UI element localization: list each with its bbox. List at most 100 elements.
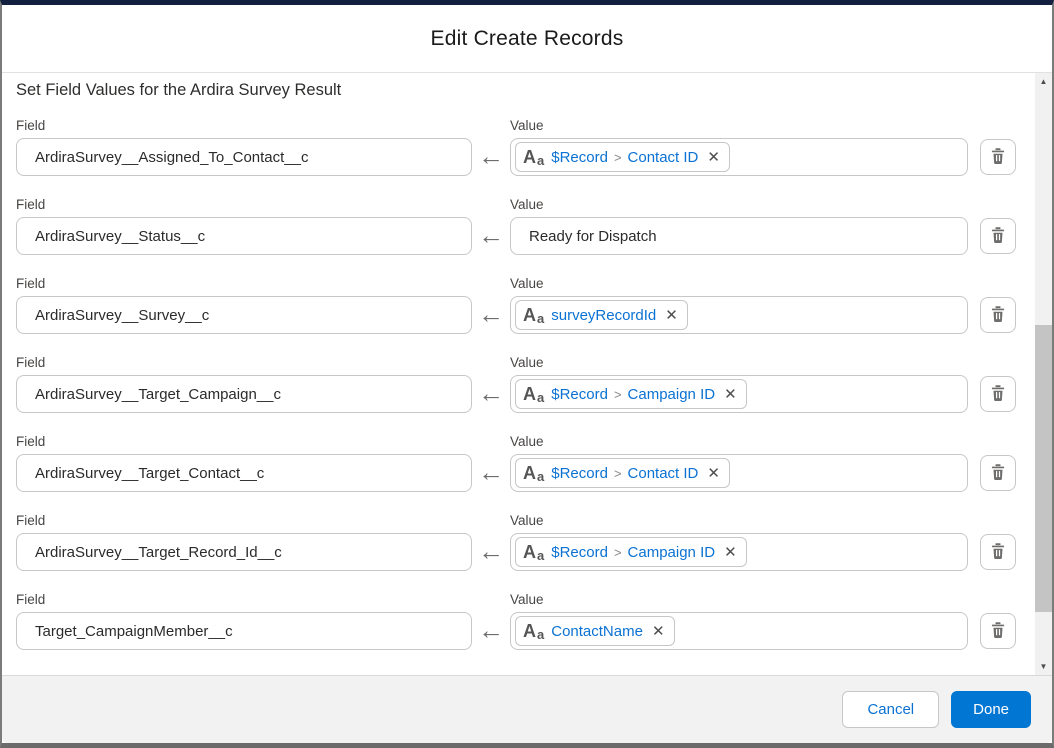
- value-pill[interactable]: Aa $Record > Campaign ID ✕: [515, 537, 747, 567]
- scroll-down-icon[interactable]: ▼: [1035, 658, 1052, 675]
- remove-pill-icon[interactable]: ✕: [665, 308, 678, 323]
- text-type-icon: Aa: [523, 462, 545, 484]
- remove-pill-icon[interactable]: ✕: [724, 545, 737, 560]
- pill-part: $Record: [551, 148, 608, 166]
- field-value-row: Field ArdiraSurvey__Assigned_To_Contact_…: [16, 118, 1016, 176]
- field-input[interactable]: ArdiraSurvey__Target_Campaign__c: [16, 375, 472, 413]
- arrow-left-icon: ←: [478, 457, 504, 487]
- pill-text: $Record > Campaign ID: [551, 386, 715, 403]
- pill-part: $Record: [551, 543, 608, 561]
- value-pill[interactable]: Aa $Record > Contact ID ✕: [515, 142, 730, 172]
- value-column: Value Ready for Dispatch: [510, 197, 968, 255]
- field-column: Field ArdiraSurvey__Target_Record_Id__c: [16, 513, 472, 571]
- field-value-row: Field ArdiraSurvey__Survey__c ← Value Aa…: [16, 276, 1016, 334]
- cancel-button[interactable]: Cancel: [842, 691, 940, 728]
- field-input[interactable]: ArdiraSurvey__Target_Record_Id__c: [16, 533, 472, 571]
- arrow-left-icon: ←: [478, 299, 504, 329]
- value-column: Value Aa $Record > Campaign ID ✕: [510, 513, 968, 571]
- trash-icon: [989, 305, 1007, 326]
- scrollbar-thumb[interactable]: [1035, 325, 1052, 612]
- field-column: Field ArdiraSurvey__Target_Contact__c: [16, 434, 472, 492]
- field-input[interactable]: ArdiraSurvey__Survey__c: [16, 296, 472, 334]
- pill-part: Contact ID: [627, 464, 699, 482]
- text-type-icon: Aa: [523, 146, 545, 168]
- field-value-row: Field ArdiraSurvey__Status__c ← Value Re…: [16, 197, 1016, 255]
- vertical-scrollbar[interactable]: ▲ ▼: [1035, 73, 1052, 675]
- field-input[interactable]: ArdiraSurvey__Assigned_To_Contact__c: [16, 138, 472, 176]
- field-input[interactable]: Target_CampaignMember__c: [16, 612, 472, 650]
- field-value-row: Field ArdiraSurvey__Target_Campaign__c ←…: [16, 355, 1016, 413]
- pill-separator-icon: >: [613, 386, 622, 402]
- scroll-up-icon[interactable]: ▲: [1035, 73, 1052, 90]
- value-input[interactable]: Aa $Record > Campaign ID ✕: [510, 375, 968, 413]
- pill-text: ContactName: [551, 623, 643, 640]
- remove-pill-icon[interactable]: ✕: [652, 624, 665, 639]
- text-type-icon: Aa: [523, 620, 545, 642]
- value-pill[interactable]: Aa $Record > Contact ID ✕: [515, 458, 730, 488]
- value-input[interactable]: Aa $Record > Contact ID ✕: [510, 454, 968, 492]
- value-column: Value Aa surveyRecordId ✕: [510, 276, 968, 334]
- field-column: Field ArdiraSurvey__Target_Campaign__c: [16, 355, 472, 413]
- value-input[interactable]: Ready for Dispatch: [510, 217, 968, 255]
- pill-part: Campaign ID: [627, 385, 716, 403]
- pill-text: surveyRecordId: [551, 307, 656, 324]
- arrow-left-icon: ←: [478, 378, 504, 408]
- value-column: Value Aa $Record > Contact ID ✕: [510, 434, 968, 492]
- field-input[interactable]: ArdiraSurvey__Status__c: [16, 217, 472, 255]
- delete-row-button[interactable]: [980, 218, 1016, 254]
- trash-icon: [989, 542, 1007, 563]
- trash-icon: [989, 463, 1007, 484]
- value-pill[interactable]: Aa $Record > Campaign ID ✕: [515, 379, 747, 409]
- value-label: Value: [510, 434, 544, 449]
- value-label: Value: [510, 355, 544, 370]
- edit-create-records-dialog: Edit Create Records Set Field Values for…: [0, 0, 1054, 748]
- field-column: Field ArdiraSurvey__Status__c: [16, 197, 472, 255]
- field-value-row: Field ArdiraSurvey__Target_Contact__c ← …: [16, 434, 1016, 492]
- value-column: Value Aa $Record > Contact ID ✕: [510, 118, 968, 176]
- pill-part: $Record: [551, 385, 608, 403]
- delete-row-button[interactable]: [980, 139, 1016, 175]
- text-type-icon: Aa: [523, 304, 545, 326]
- remove-pill-icon[interactable]: ✕: [707, 466, 720, 481]
- value-column: Value Aa ContactName ✕: [510, 592, 968, 650]
- value-column: Value Aa $Record > Campaign ID ✕: [510, 355, 968, 413]
- value-input[interactable]: Aa $Record > Contact ID ✕: [510, 138, 968, 176]
- field-value-row: Field ArdiraSurvey__Target_Record_Id__c …: [16, 513, 1016, 571]
- dialog-body: Set Field Values for the Ardira Survey R…: [2, 73, 1052, 675]
- value-input[interactable]: Aa surveyRecordId ✕: [510, 296, 968, 334]
- field-label: Field: [16, 276, 46, 291]
- value-pill[interactable]: Aa ContactName ✕: [515, 616, 675, 646]
- delete-row-button[interactable]: [980, 376, 1016, 412]
- field-input-text: Target_CampaignMember__c: [35, 622, 233, 640]
- field-column: Field ArdiraSurvey__Survey__c: [16, 276, 472, 334]
- field-value-row: Field Target_CampaignMember__c ← Value A…: [16, 592, 1016, 650]
- field-input[interactable]: ArdiraSurvey__Target_Contact__c: [16, 454, 472, 492]
- value-pill[interactable]: Aa surveyRecordId ✕: [515, 300, 688, 330]
- field-column: Field ArdiraSurvey__Assigned_To_Contact_…: [16, 118, 472, 176]
- pill-text: $Record > Contact ID: [551, 465, 698, 482]
- pill-text: $Record > Contact ID: [551, 149, 698, 166]
- field-input-text: ArdiraSurvey__Survey__c: [35, 306, 210, 324]
- delete-row-button[interactable]: [980, 534, 1016, 570]
- value-input[interactable]: Aa $Record > Campaign ID ✕: [510, 533, 968, 571]
- pill-part: Contact ID: [627, 148, 699, 166]
- delete-row-button[interactable]: [980, 297, 1016, 333]
- remove-pill-icon[interactable]: ✕: [724, 387, 737, 402]
- field-input-text: ArdiraSurvey__Target_Record_Id__c: [35, 543, 282, 561]
- trash-icon: [989, 384, 1007, 405]
- value-label: Value: [510, 276, 544, 291]
- rows-container: Field ArdiraSurvey__Assigned_To_Contact_…: [16, 118, 1016, 650]
- field-label: Field: [16, 118, 46, 133]
- done-button[interactable]: Done: [951, 691, 1031, 728]
- trash-icon: [989, 226, 1007, 247]
- value-input[interactable]: Aa ContactName ✕: [510, 612, 968, 650]
- remove-pill-icon[interactable]: ✕: [707, 150, 720, 165]
- dialog-footer: Cancel Done: [2, 675, 1052, 743]
- value-input-text: Ready for Dispatch: [529, 227, 657, 245]
- delete-row-button[interactable]: [980, 613, 1016, 649]
- field-input-text: ArdiraSurvey__Target_Contact__c: [35, 464, 265, 482]
- text-type-icon: Aa: [523, 383, 545, 405]
- delete-row-button[interactable]: [980, 455, 1016, 491]
- pill-part: surveyRecordId: [551, 306, 657, 324]
- field-input-text: ArdiraSurvey__Assigned_To_Contact__c: [35, 148, 309, 166]
